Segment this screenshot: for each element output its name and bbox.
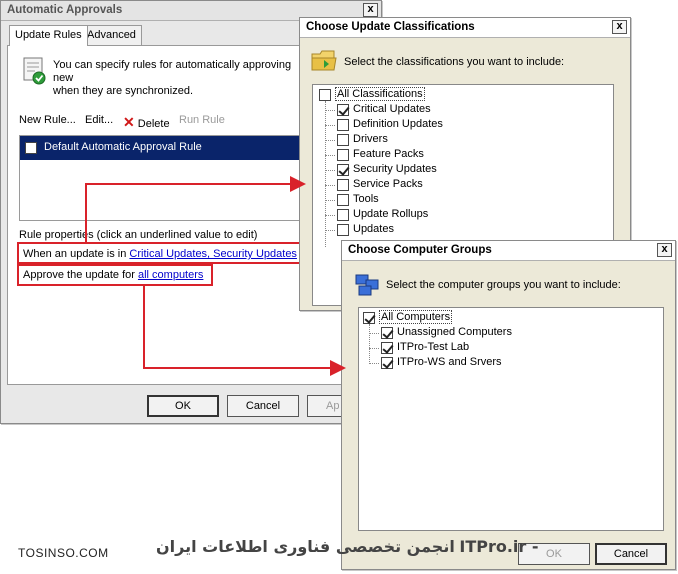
tree-label: Unassigned Computers [397, 326, 512, 338]
tree-label: Drivers [353, 133, 388, 145]
rules-list: Default Automatic Approval Rule [19, 135, 311, 221]
checkbox-itpro-test-lab[interactable] [381, 342, 393, 354]
tree-label: ITPro-WS and Srvers [397, 356, 502, 368]
description-line: You can specify rules for automatically … [53, 59, 292, 84]
tree-connector [325, 101, 326, 247]
classifications-close-button[interactable]: x [612, 20, 627, 34]
tree-connector [369, 363, 379, 364]
checkbox-all-computers[interactable] [363, 312, 375, 324]
tab-advanced[interactable]: Advanced [81, 25, 142, 45]
cancel-button[interactable]: Cancel [227, 395, 299, 417]
tree-item-security-updates[interactable]: Security Updates [337, 163, 437, 176]
tree-connector [369, 348, 379, 349]
computer-group-icon [355, 274, 379, 296]
ok-button[interactable]: OK [147, 395, 219, 417]
checkbox-tools[interactable] [337, 194, 349, 206]
tree-connector [325, 140, 335, 141]
tree-label: Update Rollups [353, 208, 429, 220]
tree-label: Tools [353, 193, 379, 205]
rule-row[interactable]: Default Automatic Approval Rule [20, 136, 310, 160]
checkbox-feature-packs[interactable] [337, 149, 349, 161]
rule-label: Default Automatic Approval Rule [44, 141, 202, 153]
tree-label: Feature Packs [353, 148, 424, 160]
tree-connector [325, 185, 335, 186]
checkbox-definition-updates[interactable] [337, 119, 349, 131]
run-rule-button[interactable]: Run Rule [179, 114, 225, 126]
main-close-button[interactable]: x [363, 3, 378, 17]
tree-connector [325, 215, 335, 216]
tree-label: Updates [353, 223, 394, 235]
choose-computer-groups-window: Choose Computer Groups x Select the comp… [341, 240, 676, 570]
groups-cancel-button[interactable]: Cancel [595, 543, 667, 565]
tree-item-drivers[interactable]: Drivers [337, 133, 388, 146]
watermark-persian-text: انجمن تخصصی فناوری اطلاعات ایران [156, 537, 455, 556]
rule-enabled-checkbox[interactable] [25, 142, 37, 154]
red-x-icon: ✕ [123, 114, 135, 130]
tree-item-unassigned-computers[interactable]: Unassigned Computers [381, 326, 512, 339]
tree-label: Critical Updates [353, 103, 431, 115]
checkbox-itpro-ws-and-srvers[interactable] [381, 357, 393, 369]
checkbox-update-rollups[interactable] [337, 209, 349, 221]
tree-item-service-packs[interactable]: Service Packs [337, 178, 423, 191]
checkbox-updates[interactable] [337, 224, 349, 236]
tree-connector [325, 155, 335, 156]
tree-label: Definition Updates [353, 118, 443, 130]
tree-label: ITPro-Test Lab [397, 341, 470, 353]
tree-label: All Computers [379, 310, 453, 324]
tree-label: Security Updates [353, 163, 437, 175]
tree-connector [325, 125, 335, 126]
checkbox-drivers[interactable] [337, 134, 349, 146]
checkbox-all-classifications[interactable] [319, 89, 331, 101]
tree-item-itpro-ws-and-srvers[interactable]: ITPro-WS and Srvers [381, 356, 502, 369]
groups-title: Choose Computer Groups [342, 241, 675, 261]
watermark-tosinso: TOSINSO.COM [18, 546, 109, 560]
tree-item-all-classifications[interactable]: All Classifications [319, 87, 425, 101]
groups-close-button[interactable]: x [657, 243, 672, 257]
tree-item-updates[interactable]: Updates [337, 223, 394, 236]
tree-item-all-computers[interactable]: All Computers [363, 310, 453, 324]
tree-item-tools[interactable]: Tools [337, 193, 379, 206]
rules-description: You can specify rules for automatically … [53, 59, 303, 98]
classifications-title: Choose Update Classifications [300, 18, 630, 38]
tree-item-itpro-test-lab[interactable]: ITPro-Test Lab [381, 341, 470, 354]
watermark-brand-text: ITPro.ir - [459, 537, 539, 556]
tree-label: All Classifications [335, 87, 425, 101]
callout-box-computers [17, 264, 213, 286]
tree-connector [325, 110, 335, 111]
watermark-itpro: انجمن تخصصی فناوری اطلاعات ایران ITPro.i… [156, 537, 539, 556]
edit-button[interactable]: Edit... [85, 114, 113, 126]
groups-instruction: Select the computer groups you want to i… [386, 279, 621, 291]
approval-document-icon [23, 57, 46, 85]
tree-connector [325, 170, 335, 171]
callout-box-conditions [17, 242, 301, 264]
tree-label: Service Packs [353, 178, 423, 190]
tree-item-update-rollups[interactable]: Update Rollups [337, 208, 429, 221]
rule-properties-label: Rule properties (click an underlined val… [19, 229, 258, 241]
checkbox-critical-updates[interactable] [337, 104, 349, 116]
delete-button[interactable]: ✕ Delete [123, 114, 170, 131]
tab-update-rules[interactable]: Update Rules [9, 25, 88, 46]
tree-item-feature-packs[interactable]: Feature Packs [337, 148, 424, 161]
computer-groups-tree: All Computers Unassigned Computers ITPro… [358, 307, 664, 531]
delete-label: Delete [137, 118, 170, 130]
folder-icon [311, 50, 337, 71]
checkbox-service-packs[interactable] [337, 179, 349, 191]
tree-connector [369, 333, 379, 334]
new-rule-button[interactable]: New Rule... [19, 114, 76, 126]
checkbox-security-updates[interactable] [337, 164, 349, 176]
description-line: when they are synchronized. [53, 85, 194, 97]
tree-connector [325, 230, 335, 231]
tree-item-critical-updates[interactable]: Critical Updates [337, 103, 431, 116]
tree-connector [369, 324, 370, 364]
tree-connector [325, 200, 335, 201]
checkbox-unassigned-computers[interactable] [381, 327, 393, 339]
tree-item-definition-updates[interactable]: Definition Updates [337, 118, 443, 131]
classifications-instruction: Select the classifications you want to i… [344, 56, 565, 68]
